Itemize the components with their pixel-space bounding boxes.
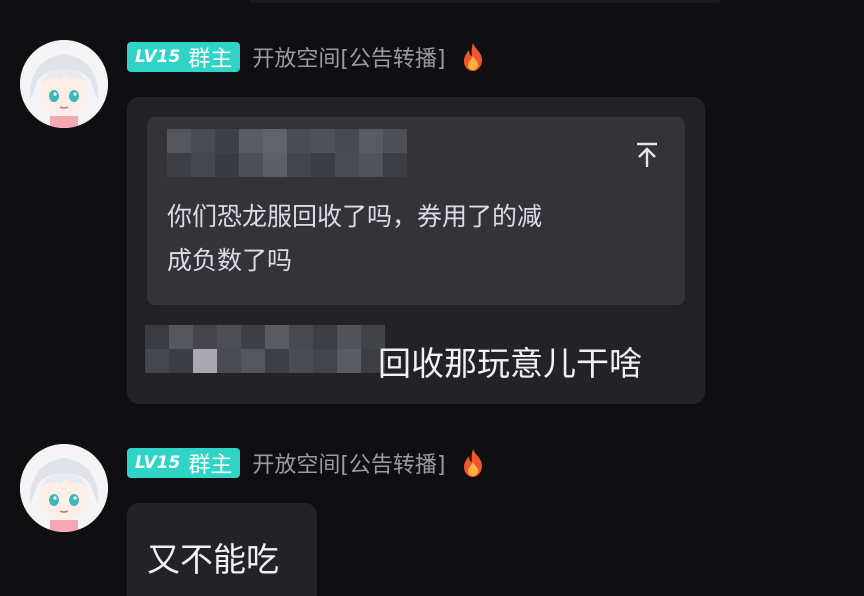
message-bubble[interactable]: 又不能吃 <box>127 503 317 596</box>
space-name[interactable]: 开放空间[公告转播] <box>252 447 445 479</box>
flame-icon <box>463 449 482 477</box>
level-label: LV15 <box>135 453 181 473</box>
blurred-mention-row2 <box>145 349 385 373</box>
flame-icon <box>463 43 482 71</box>
scroll-to-original-icon[interactable] <box>635 141 659 169</box>
avatar[interactable] <box>20 40 108 128</box>
level-badge: LV15 群主 <box>127 42 241 72</box>
space-name[interactable]: 开放空间[公告转播] <box>252 41 445 73</box>
top-divider <box>250 0 720 3</box>
message-bubble[interactable]: 你们恐龙服回收了吗，券用了的减 成负数了吗 回收那玩意儿干啥 <box>127 97 705 404</box>
message-text: 又不能吃 <box>147 540 279 579</box>
anime-avatar-icon <box>20 40 108 128</box>
quoted-message[interactable]: 你们恐龙服回收了吗，券用了的减 成负数了吗 <box>147 117 685 305</box>
blurred-mention <box>145 325 385 349</box>
role-label: 群主 <box>188 453 233 478</box>
role-label: 群主 <box>188 47 233 72</box>
blurred-username-row2 <box>167 153 407 177</box>
quoted-text-line-1: 你们恐龙服回收了吗，券用了的减 <box>167 202 543 231</box>
message-meta: LV15 群主 开放空间[公告转播] <box>127 40 486 74</box>
blurred-username <box>167 129 407 153</box>
level-badge: LV15 群主 <box>127 448 241 478</box>
anime-avatar-icon <box>20 444 108 532</box>
message-meta: LV15 群主 开放空间[公告转播] <box>127 446 486 480</box>
level-label: LV15 <box>135 47 181 67</box>
reply-text: 回收那玩意儿干啥 <box>378 344 642 383</box>
quoted-text-line-2: 成负数了吗 <box>167 246 293 275</box>
avatar[interactable] <box>20 444 108 532</box>
